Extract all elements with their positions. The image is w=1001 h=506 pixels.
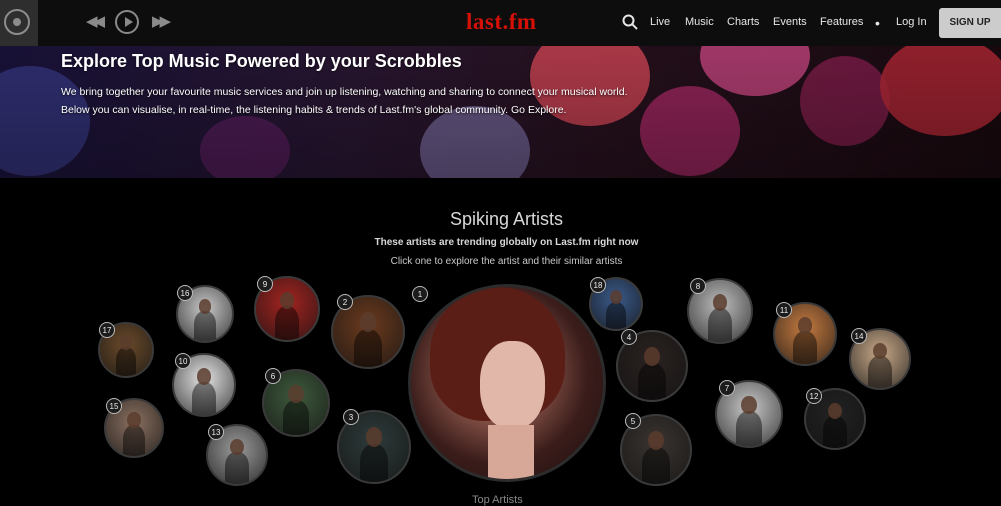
- next-section-heading: Top Artists: [472, 494, 523, 506]
- login-link[interactable]: Log In: [896, 16, 927, 28]
- rank-badge: 6: [265, 368, 281, 384]
- artist-photo-head: [610, 290, 622, 304]
- artist-photo-figure: [225, 452, 249, 484]
- hero-line-1: We bring together your favourite music s…: [61, 86, 628, 98]
- rank-badge: 2: [337, 294, 353, 310]
- hero-title: Explore Top Music Powered by your Scrobb…: [61, 51, 462, 71]
- artist-photo-figure: [606, 301, 626, 329]
- top-bar: ◀◀ ▶▶ last.fm Live Music Charts Events F…: [0, 0, 1001, 46]
- rewind-icon[interactable]: ◀◀: [86, 12, 105, 32]
- rank-badge: 18: [590, 277, 606, 293]
- artist-photo-head: [359, 312, 377, 332]
- hero-banner: Explore Top Music Powered by your Scrobb…: [0, 46, 1001, 178]
- rank-badge: 4: [621, 329, 637, 345]
- artist-photo-head: [119, 335, 133, 350]
- player-disc-button[interactable]: [0, 0, 38, 46]
- rank-badge: 11: [776, 302, 792, 318]
- nav-charts[interactable]: Charts: [727, 16, 759, 28]
- artist-photo-head: [127, 412, 141, 428]
- artist-photo-head: [797, 317, 813, 334]
- section-hint: Click one to explore the artist and thei…: [390, 256, 623, 267]
- artist-photo-figure: [793, 331, 817, 364]
- rank-badge: 13: [208, 424, 224, 440]
- play-icon[interactable]: [115, 10, 139, 34]
- artist-photo-figure: [115, 347, 137, 376]
- artist-photo-head: [647, 430, 665, 450]
- artist-photo-figure: [354, 328, 382, 367]
- rank-badge: 14: [851, 328, 867, 344]
- artist-photo-head: [196, 368, 212, 385]
- artist-photo-head: [365, 427, 383, 447]
- artist-photo-figure: [122, 425, 146, 456]
- rank-badge: 12: [806, 388, 822, 404]
- artist-bubble-1[interactable]: [408, 284, 606, 482]
- artist-photo-head: [828, 402, 842, 419]
- artist-photo-head: [873, 342, 887, 359]
- disc-icon: [4, 9, 30, 35]
- hero-description: We bring together your favourite music s…: [61, 83, 661, 119]
- artist-photo-figure: [360, 443, 388, 482]
- artist-photo-figure: [274, 305, 300, 340]
- nav-events[interactable]: Events: [773, 16, 807, 28]
- rank-badge: 10: [175, 353, 191, 369]
- nav-live[interactable]: Live: [650, 16, 670, 28]
- fast-forward-icon[interactable]: ▶▶: [152, 12, 171, 32]
- artist-photo-figure: [707, 307, 733, 342]
- artist-photo-figure: [283, 399, 309, 435]
- artist-photo-head: [741, 396, 757, 414]
- rank-badge: 5: [625, 413, 641, 429]
- nav-more-menu[interactable]: •: [875, 15, 880, 31]
- rank-badge: 17: [99, 322, 115, 338]
- artist-photo-figure: [192, 382, 216, 415]
- rank-badge: 7: [719, 380, 735, 396]
- rank-badge: 16: [177, 285, 193, 301]
- rank-badge: 9: [257, 276, 273, 292]
- artist-photo-head: [288, 385, 304, 403]
- signup-button[interactable]: SIGN UP: [939, 8, 1001, 38]
- nav-features[interactable]: Features: [820, 16, 863, 28]
- artist-photo-head: [643, 346, 661, 366]
- artist-photo-figure: [823, 416, 847, 448]
- artist-photo-figure: [642, 446, 670, 484]
- artist-photo-figure: [638, 362, 666, 400]
- artist-photo-figure: [736, 410, 762, 446]
- rank-badge: 8: [690, 278, 706, 294]
- artist-photo-figure: [868, 356, 892, 388]
- section-title: Spiking Artists: [449, 209, 564, 229]
- hero-line-2: Below you can visualise, in real-time, t…: [61, 104, 567, 116]
- rank-badge: 3: [343, 409, 359, 425]
- artist-photo-figure: [194, 311, 216, 341]
- rank-badge: 15: [106, 398, 122, 414]
- artist-photo-head: [230, 438, 244, 455]
- lastfm-logo[interactable]: last.fm: [466, 9, 537, 35]
- search-icon[interactable]: [622, 14, 638, 30]
- rank-badge: 1: [412, 286, 428, 302]
- section-subtitle: These artists are trending globally on L…: [374, 237, 639, 248]
- nav-music[interactable]: Music: [685, 16, 714, 28]
